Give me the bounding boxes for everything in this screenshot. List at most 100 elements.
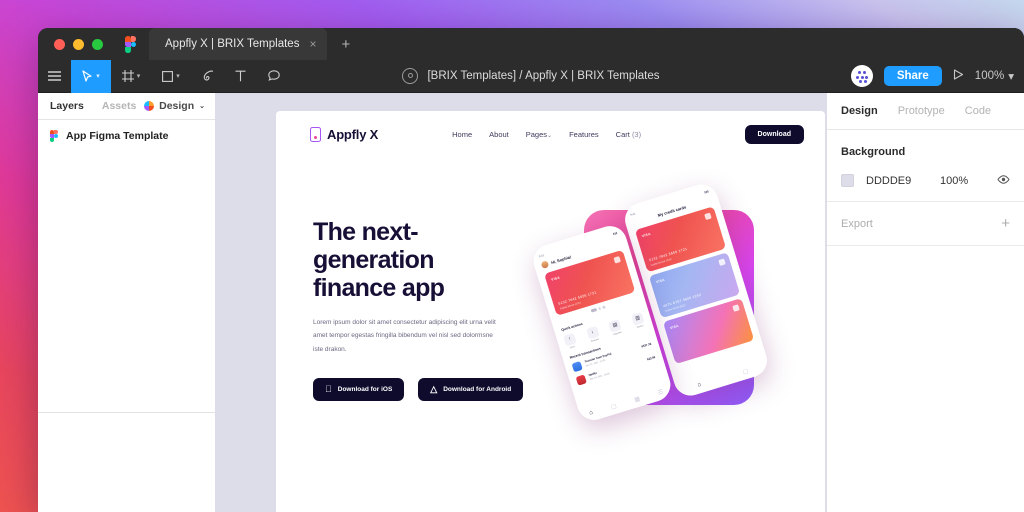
download-android-label: Download for Android: [436, 385, 511, 393]
phone-front-status-icons: ▮▮▮: [612, 230, 618, 236]
figma-file-icon: [50, 130, 58, 142]
right-panel: Design Prototype Code Background DDDDE9 …: [827, 93, 1024, 512]
nav-link-pages-label: Pages: [525, 130, 548, 139]
zoom-level-label: 100%: [974, 70, 1005, 82]
close-icon[interactable]: ×: [309, 38, 316, 50]
history-icon: ▥: [630, 311, 645, 326]
export-section: Export +: [827, 202, 1024, 246]
quick-action-send: ↑ Send: [562, 332, 578, 350]
download-ios-button[interactable]:  Download for iOS: [313, 377, 405, 401]
main-menu-icon[interactable]: [38, 60, 71, 93]
site-download-button[interactable]: Download: [744, 125, 804, 144]
color-swatch[interactable]: [841, 174, 854, 187]
left-panel: Layers Assets Design ⌄ App Figma Templat…: [38, 93, 215, 512]
nav-link-features[interactable]: Features: [569, 130, 599, 139]
quick-action-label: History: [636, 324, 644, 329]
new-tab-button[interactable]: +: [341, 37, 350, 52]
menu-icon: ☰: [657, 388, 665, 397]
maximize-window-button[interactable]: [92, 38, 103, 50]
chevron-down-icon: ⌄: [547, 133, 553, 139]
list-item[interactable]: App Figma Template: [38, 120, 215, 152]
figma-toolbar: ▾ ▾ ▾ [BRIX Templates] / Appfly X | BRIX…: [38, 59, 1024, 93]
traffic-lights: [38, 38, 103, 50]
transaction-amount: $22.99: [646, 355, 656, 362]
nav-link-about[interactable]: About: [489, 130, 509, 139]
card-brand: VISA: [550, 275, 561, 282]
canvas[interactable]: Appfly X Home About Pages⌄ Features Cart…: [215, 93, 827, 512]
browser-tab[interactable]: Appfly X | BRIX Templates ×: [149, 28, 328, 60]
close-window-button[interactable]: [54, 38, 65, 50]
site-navbar: Appfly X Home About Pages⌄ Features Cart…: [276, 111, 825, 158]
present-icon[interactable]: [953, 69, 964, 83]
card-brand: VISA: [655, 277, 666, 285]
hero-heading-line2: finance app: [313, 274, 445, 302]
workspace: Layers Assets Design ⌄ App Figma Templat…: [38, 93, 1024, 512]
avatar[interactable]: [850, 65, 873, 87]
layer-label: App Figma Template: [66, 130, 169, 142]
site-logo[interactable]: Appfly X: [310, 127, 378, 142]
nav-link-cart-label: Cart: [615, 130, 630, 139]
cards-icon: ▢: [610, 403, 618, 411]
move-tool-icon[interactable]: ▾: [71, 59, 111, 93]
request-icon: ↓: [585, 325, 600, 340]
share-button[interactable]: Share: [883, 66, 942, 86]
nav-link-home[interactable]: Home: [452, 130, 472, 139]
tab-assets[interactable]: Assets: [102, 100, 136, 112]
quick-action-request: ↓ Request: [585, 325, 601, 343]
background-heading: Background: [841, 146, 906, 158]
left-panel-bottom-area: [38, 413, 215, 512]
window-titlebar: Appfly X | BRIX Templates × +: [38, 28, 1024, 60]
tab-prototype[interactable]: Prototype: [898, 105, 945, 117]
export-label: Export: [841, 217, 873, 230]
tab-layers[interactable]: Layers: [50, 100, 84, 112]
background-section: Background DDDDE9 100%: [827, 130, 1024, 202]
background-hex-value[interactable]: DDDDE9: [866, 175, 928, 187]
right-panel-tabs: Design Prototype Code: [827, 93, 1024, 130]
frame-tool-icon[interactable]: ▾: [111, 60, 151, 93]
card-brand: VISA: [641, 231, 652, 239]
hero-cta-group:  Download for iOS △ Download for Androi…: [313, 377, 524, 401]
tab-title: Appfly X | BRIX Templates: [165, 38, 300, 50]
design-file-selector[interactable]: Design ⌄: [144, 100, 205, 112]
card-brand: VISA: [669, 323, 680, 331]
card-chip-icon: [613, 256, 621, 264]
tab-design[interactable]: Design: [841, 105, 878, 117]
send-icon: ↑: [562, 332, 577, 346]
phone-front-status-time: 9:41: [538, 253, 545, 259]
phone-icon: [310, 127, 321, 142]
home-icon: ⌂: [696, 381, 703, 389]
toolbar-right-actions: Share 100% ▾: [850, 65, 1014, 87]
nav-link-cart[interactable]: Cart (3): [616, 130, 641, 139]
hero-copy: The next-generation finance app Lorem ip…: [276, 196, 524, 401]
pen-tool-icon[interactable]: [191, 60, 224, 93]
hero-section: The next-generation finance app Lorem ip…: [276, 158, 825, 425]
plus-icon[interactable]: +: [1001, 216, 1010, 231]
cart-count-badge: (3): [631, 130, 642, 139]
download-android-button[interactable]: △ Download for Android: [418, 377, 524, 401]
page-title: The next-generation finance app: [313, 218, 524, 302]
download-ios-label: Download for iOS: [331, 385, 393, 393]
figma-logo-icon: [125, 36, 136, 53]
breadcrumb-text: [BRIX Templates] / Appfly X | BRIX Templ…: [427, 70, 660, 82]
hero-illustration: 9:41 ▮▮▮ My credit cards VISA 5132 7842 …: [529, 180, 794, 440]
layer-list-empty-space: [38, 152, 215, 412]
account-icon: [402, 68, 419, 84]
tab-code[interactable]: Code: [965, 105, 991, 117]
quick-action-label: Send: [569, 345, 576, 349]
minimize-window-button[interactable]: [73, 38, 84, 50]
eye-icon[interactable]: [997, 174, 1010, 187]
artboard[interactable]: Appfly X Home About Pages⌄ Features Cart…: [276, 111, 825, 512]
quick-action-deposits: ▤ Deposits: [608, 318, 623, 336]
design-label: Design: [159, 100, 195, 112]
shape-tool-icon[interactable]: ▾: [151, 60, 191, 93]
nav-link-pages[interactable]: Pages⌄: [526, 130, 552, 139]
android-icon: △: [423, 383, 437, 394]
background-opacity-value[interactable]: 100%: [940, 175, 985, 187]
avatar: [540, 260, 550, 270]
hero-paragraph: Lorem ipsum dolor sit amet consectetur a…: [313, 319, 496, 353]
hero-heading-line1: The next-generation: [313, 218, 434, 274]
text-tool-icon[interactable]: [224, 60, 257, 93]
chevron-down-icon: ⌄: [199, 103, 205, 110]
comment-tool-icon[interactable]: [257, 60, 290, 93]
zoom-control[interactable]: 100% ▾: [975, 69, 1014, 83]
